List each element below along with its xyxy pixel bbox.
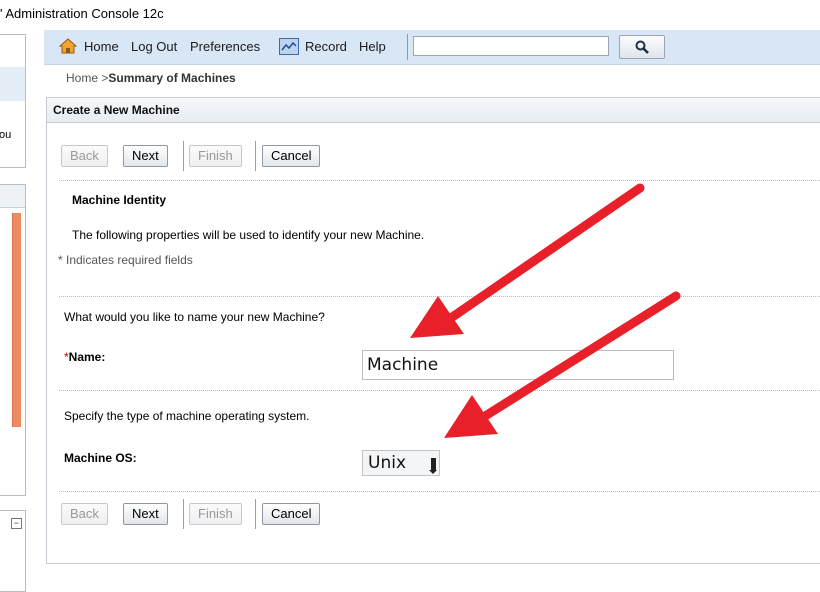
button-separator (183, 141, 184, 171)
next-button-top[interactable]: Next (123, 145, 168, 167)
name-label: *Name: (64, 350, 105, 364)
left-panel-scrollbar[interactable] (12, 213, 21, 427)
os-label: Machine OS: (64, 451, 137, 465)
divider (59, 180, 820, 181)
magnifier-icon (635, 40, 649, 54)
create-machine-panel: Create a New Machine Back Next Finish Ca… (46, 97, 820, 564)
left-panel-middle (0, 184, 26, 496)
toolbar-link-home[interactable]: Home (84, 39, 119, 54)
breadcrumb-current: Summary of Machines (108, 71, 236, 85)
divider (59, 491, 820, 492)
next-button-bottom[interactable]: Next (123, 503, 168, 525)
toolbar-link-preferences[interactable]: Preferences (190, 39, 260, 54)
panel-header: Create a New Machine (47, 98, 820, 123)
search-button[interactable] (619, 35, 665, 59)
toolbar-separator (407, 34, 408, 60)
divider (59, 296, 820, 297)
back-button-bottom[interactable]: Back (61, 503, 108, 525)
button-separator (255, 141, 256, 171)
button-separator (183, 499, 184, 529)
finish-button-bottom[interactable]: Finish (189, 503, 242, 525)
cancel-button-top[interactable]: Cancel (262, 145, 321, 167)
section-description: The following properties will be used to… (72, 228, 425, 242)
back-button-top[interactable]: Back (61, 145, 108, 167)
panel-title: Create a New Machine (53, 103, 180, 117)
collapse-icon[interactable]: − (11, 518, 22, 529)
divider (59, 390, 820, 391)
left-panel-highlight (0, 67, 25, 101)
finish-button-top[interactable]: Finish (189, 145, 242, 167)
search-input[interactable] (413, 36, 609, 56)
home-icon[interactable] (59, 38, 77, 54)
dropdown-arrow-icon (429, 458, 437, 474)
cancel-button-bottom[interactable]: Cancel (262, 503, 321, 525)
top-toolbar: Home Log Out Preferences Record Help (44, 30, 820, 65)
machine-name-input[interactable] (362, 350, 674, 380)
left-panel-header (0, 185, 25, 208)
machine-os-select[interactable]: Unix (362, 450, 440, 476)
left-panel-top: ou (0, 34, 26, 168)
toolbar-link-help[interactable]: Help (359, 39, 386, 54)
section-title: Machine Identity (72, 193, 167, 207)
os-question: Specify the type of machine operating sy… (64, 409, 310, 423)
button-separator (255, 499, 256, 529)
machine-os-selected: Unix (368, 453, 407, 473)
record-icon[interactable] (279, 38, 299, 55)
breadcrumb: Home >Summary of Machines (66, 71, 236, 85)
toolbar-link-logout[interactable]: Log Out (131, 39, 177, 54)
name-question: What would you like to name your new Mac… (64, 310, 325, 324)
left-panel-text-fragment: ou (0, 129, 12, 141)
window-title: ' Administration Console 12c (0, 6, 164, 21)
toolbar-link-record[interactable]: Record (305, 39, 347, 54)
name-label-text: Name: (68, 350, 106, 364)
breadcrumb-home-link[interactable]: Home > (66, 71, 108, 85)
required-note: * Indicates required fields (58, 253, 193, 267)
